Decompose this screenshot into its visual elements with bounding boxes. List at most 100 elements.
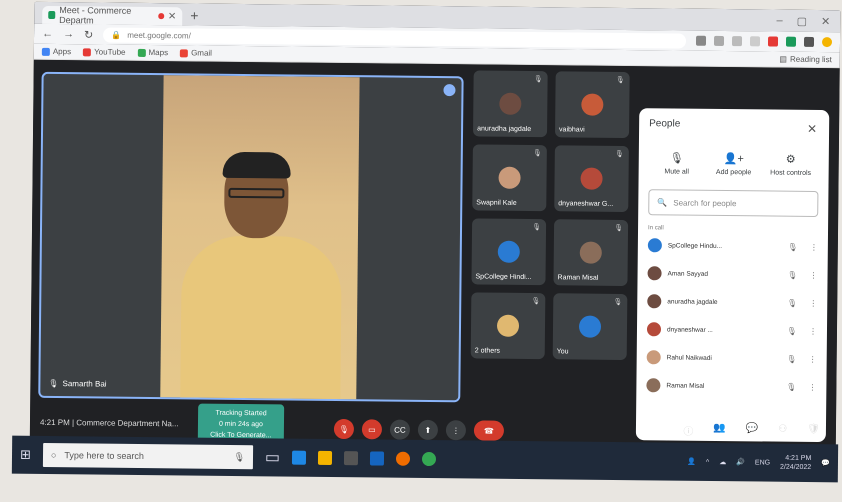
more-icon[interactable]: ⋮ xyxy=(810,270,818,279)
shield-icon[interactable]: 🛡 xyxy=(807,424,820,439)
edge-icon[interactable] xyxy=(291,450,307,465)
bookmark-maps[interactable]: Maps xyxy=(137,48,168,57)
participant-tile[interactable]: 🎙 dnyaneshwar G... xyxy=(554,145,629,213)
add-person-icon: 👤+ xyxy=(723,153,744,166)
avatar xyxy=(647,238,662,253)
chevron-up-icon[interactable]: ^ xyxy=(706,458,709,465)
reading-list[interactable]: ▤ Reading list xyxy=(779,55,831,65)
participant-avatar xyxy=(580,167,603,190)
bookmark-youtube[interactable]: YouTube xyxy=(83,47,126,57)
mic-off-icon: 🎙 xyxy=(669,152,684,165)
more-icon[interactable]: ⋮ xyxy=(810,242,818,251)
main-video-tile[interactable]: 🎙 Samarth Bai xyxy=(38,71,464,403)
more-icon[interactable]: ⋮ xyxy=(809,298,817,307)
participant-name: Raman Misal xyxy=(557,274,599,282)
close-icon[interactable]: ✕ xyxy=(807,122,817,136)
avatar xyxy=(647,294,662,309)
taskbar-search-input[interactable]: ○ Type here to search 🎙 xyxy=(42,442,254,470)
participant-tile[interactable]: 🎙 anuradha jagdale xyxy=(473,70,548,138)
search-icon: 🔍 xyxy=(657,197,668,207)
extension-icon[interactable] xyxy=(767,36,779,47)
list-item[interactable]: Aman Sayyad 🎙 ⋮ xyxy=(647,259,818,289)
task-view-icon[interactable]: ▭ xyxy=(265,447,280,467)
microphone-icon[interactable]: 🎙 xyxy=(233,451,245,462)
captions-button[interactable]: CC xyxy=(389,419,411,440)
firefox-icon[interactable] xyxy=(395,451,411,466)
participant-tile[interactable]: 🎙 2 others xyxy=(470,292,546,360)
list-item[interactable]: Raman Misal 🎙 ⋮ xyxy=(646,371,816,401)
volume-icon[interactable]: 🔊 xyxy=(736,458,745,466)
more-icon[interactable]: ⋮ xyxy=(809,326,817,335)
forward-icon[interactable]: → xyxy=(63,28,74,40)
minimize-icon[interactable]: – xyxy=(776,15,782,28)
info-icon[interactable]: ⓘ xyxy=(683,423,693,438)
mic-off-icon[interactable]: 🎙 xyxy=(787,326,797,335)
mail-icon[interactable] xyxy=(369,451,385,466)
mic-off-icon: 🎙 xyxy=(613,298,623,306)
mic-toggle-button[interactable]: 🎙 xyxy=(333,418,355,440)
participant-name: You xyxy=(556,348,569,356)
reload-icon[interactable]: ↻ xyxy=(84,28,93,41)
star-icon[interactable] xyxy=(749,36,761,47)
camera-icon[interactable] xyxy=(695,35,707,46)
mic-off-icon[interactable]: 🎙 xyxy=(787,270,797,279)
back-icon[interactable]: ← xyxy=(42,28,53,40)
list-item[interactable]: dnyaneshwar ... 🎙 ⋮ xyxy=(646,315,817,345)
meeting-info: 4:21 PM | Commerce Department Na... xyxy=(39,417,179,429)
maximize-icon[interactable]: ▢ xyxy=(797,15,808,28)
network-icon[interactable]: ☁ xyxy=(719,458,726,466)
present-button[interactable]: ⬆ xyxy=(417,419,439,441)
zoom-icon[interactable] xyxy=(713,35,725,47)
mic-off-icon[interactable]: 🎙 xyxy=(787,298,797,307)
windows-start-icon[interactable]: ⊞ xyxy=(20,447,31,463)
store-icon[interactable] xyxy=(343,451,359,466)
list-item[interactable]: Rahul Naikwadi 🎙 ⋮ xyxy=(646,343,817,373)
clock[interactable]: 4:21 PM 2/24/2022 xyxy=(780,454,811,472)
list-item[interactable]: SpCollege Hindu... 🎙 ⋮ xyxy=(647,231,818,261)
pin-icon[interactable] xyxy=(443,84,456,97)
participant-tile[interactable]: 🎙 Swapnil Kale xyxy=(472,144,547,212)
host-controls-button[interactable]: ⚙ Host controls xyxy=(763,152,819,177)
more-options-button[interactable]: ⋮ xyxy=(445,420,467,441)
meet-favicon-icon xyxy=(48,10,56,20)
bookmark-gmail[interactable]: Gmail xyxy=(180,48,212,58)
tab-title: Meet - Commerce Departm xyxy=(59,5,132,26)
new-tab-button[interactable]: + xyxy=(190,7,198,25)
close-window-icon[interactable]: ✕ xyxy=(821,15,830,28)
participant-tile[interactable]: 🎙 Raman Misal xyxy=(553,219,629,287)
chrome-icon[interactable] xyxy=(421,451,437,467)
mic-off-icon[interactable]: 🎙 xyxy=(788,242,798,251)
add-people-button[interactable]: 👤+ Add people xyxy=(706,152,762,177)
chat-icon[interactable]: 💬 xyxy=(746,423,759,438)
people-icon[interactable]: 👥 xyxy=(713,423,726,438)
mic-off-icon[interactable]: 🎙 xyxy=(786,354,796,363)
list-item[interactable]: anuradha jagdale 🎙 ⋮ xyxy=(647,287,817,317)
people-tray-icon[interactable]: 👤 xyxy=(687,458,696,466)
more-icon[interactable]: ⋮ xyxy=(808,382,816,391)
avatar xyxy=(646,350,661,365)
reading-list-icon: ▤ xyxy=(779,54,788,64)
leave-call-button[interactable]: ☎ xyxy=(473,420,505,441)
camera-toggle-button[interactable]: ▭ xyxy=(361,419,383,440)
mic-off-icon: 🎙 xyxy=(532,150,542,158)
file-explorer-icon[interactable] xyxy=(317,450,333,466)
puzzle-icon[interactable] xyxy=(803,36,815,47)
tab-meet[interactable]: Meet - Commerce Departm ✕ xyxy=(42,5,183,26)
present-icon: ⬆ xyxy=(424,425,432,435)
notification-icon[interactable]: 💬 xyxy=(821,459,830,467)
close-tab-icon[interactable]: ✕ xyxy=(168,11,177,22)
people-actions: 🎙 Mute all 👤+ Add people ⚙ Host controls xyxy=(649,151,819,177)
search-people-input[interactable]: 🔍 Search for people xyxy=(648,189,819,218)
participant-tile[interactable]: 🎙 You xyxy=(552,293,628,361)
mute-all-button[interactable]: 🎙 Mute all xyxy=(649,151,705,176)
more-icon[interactable]: ⋮ xyxy=(809,354,817,363)
participant-tile[interactable]: 🎙 SpCollege Hindi... xyxy=(471,218,547,286)
extension-icon[interactable] xyxy=(785,36,797,47)
mic-off-icon[interactable]: 🎙 xyxy=(786,382,796,391)
share-icon[interactable] xyxy=(731,36,743,47)
activities-icon[interactable]: ⚇ xyxy=(778,424,787,439)
bookmark-apps[interactable]: Apps xyxy=(41,47,71,56)
language-indicator[interactable]: ENG xyxy=(755,459,770,466)
avatar-icon[interactable] xyxy=(821,37,833,48)
participant-tile[interactable]: 🎙 vaibhavi xyxy=(554,71,630,139)
